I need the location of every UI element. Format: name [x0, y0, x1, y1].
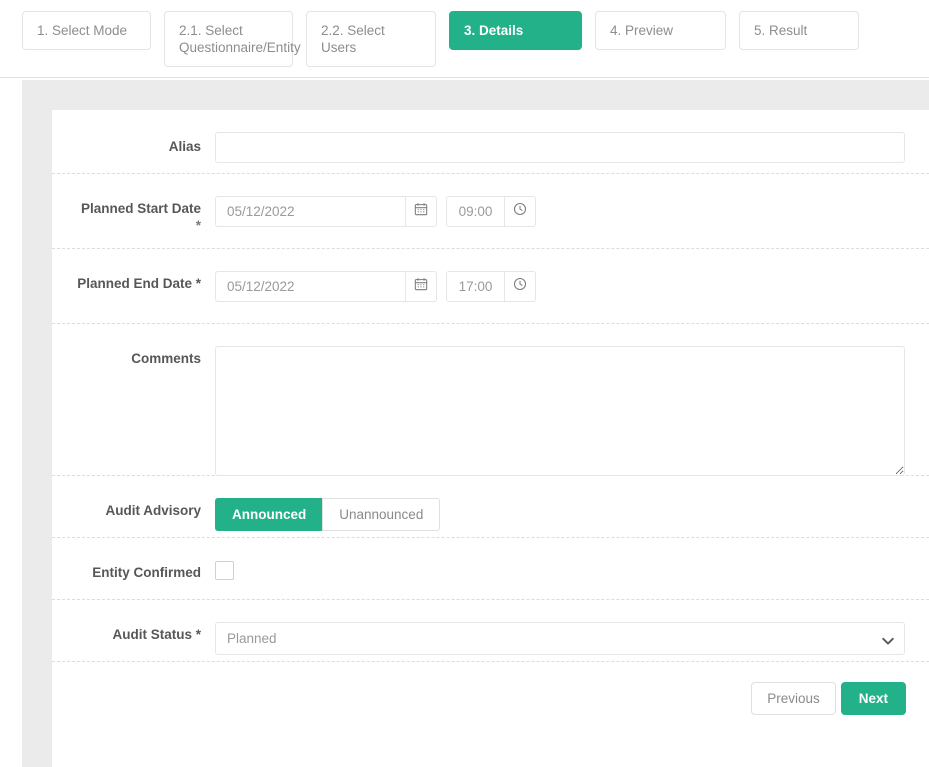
- planned-end-date-control: [215, 271, 929, 302]
- planned-start-date-label-text: Planned Start Date: [80, 201, 201, 216]
- planned-start-date-calendar-button[interactable]: [405, 196, 437, 227]
- planned-end-time-clock-button[interactable]: [504, 271, 536, 302]
- planned-end-date-label: Planned End Date *: [77, 276, 201, 291]
- wizard-action-buttons: Previous Next: [52, 682, 929, 715]
- previous-button[interactable]: Previous: [751, 682, 836, 715]
- form-row-entity-confirmed: Entity Confirmed: [52, 538, 929, 600]
- planned-start-time-clock-button[interactable]: [504, 196, 536, 227]
- audit-advisory-control: Announced Unannounced: [215, 498, 929, 531]
- audit-status-select-wrap: Planned: [215, 622, 905, 655]
- calendar-icon: [414, 202, 428, 221]
- comments-control: [215, 346, 929, 481]
- form-row-audit-advisory: Audit Advisory Announced Unannounced: [52, 476, 929, 538]
- clock-icon: [513, 202, 527, 221]
- tab-select-mode[interactable]: 1. Select Mode: [22, 11, 151, 50]
- audit-status-select[interactable]: Planned: [215, 622, 905, 655]
- form-row-comments: Comments: [52, 324, 929, 476]
- form-row-planned-start-date: Planned Start Date *: [52, 174, 929, 249]
- tab-result[interactable]: 5. Result: [739, 11, 859, 50]
- planned-start-date-control: [215, 196, 929, 227]
- clock-icon: [513, 277, 527, 296]
- planned-end-date-calendar-button[interactable]: [405, 271, 437, 302]
- alias-control: [215, 132, 929, 163]
- planned-end-time-input[interactable]: [446, 271, 504, 302]
- audit-status-control: Planned: [215, 622, 929, 655]
- tab-select-users[interactable]: 2.2. Select Users: [306, 11, 436, 67]
- details-panel: Alias Planned Start Date * 05/12/2022 09…: [22, 80, 929, 767]
- planned-end-date-input[interactable]: [215, 271, 405, 302]
- planned-start-time-input[interactable]: [446, 196, 504, 227]
- audit-advisory-announced-button[interactable]: Announced: [215, 498, 323, 531]
- form-row-actions: Previous Next: [52, 662, 929, 752]
- planned-end-date-input-group: [215, 271, 929, 302]
- planned-start-date-required-marker: *: [195, 218, 201, 233]
- planned-start-date-input-group: [215, 196, 929, 227]
- planned-start-date-input[interactable]: [215, 196, 405, 227]
- tab-details[interactable]: 3. Details: [449, 11, 582, 50]
- wizard-navigation: 1. Select Mode 2.1. Select Questionnaire…: [0, 0, 929, 78]
- form-row-audit-status: Audit Status * Planned: [52, 600, 929, 662]
- form-row-planned-end-date: Planned End Date *: [52, 249, 929, 324]
- comments-label: Comments: [131, 351, 201, 366]
- wizard-tab-list: 1. Select Mode 2.1. Select Questionnaire…: [22, 11, 859, 67]
- details-form-card: Alias Planned Start Date * 05/12/2022 09…: [52, 110, 929, 767]
- entity-confirmed-control: [215, 560, 929, 585]
- planned-start-date-label: Planned Start Date *: [52, 196, 215, 234]
- tab-select-questionnaire-entity[interactable]: 2.1. Select Questionnaire/Entity: [164, 11, 301, 67]
- entity-confirmed-checkbox[interactable]: [215, 561, 234, 580]
- alias-label: Alias: [168, 139, 201, 154]
- alias-input[interactable]: [215, 132, 905, 163]
- audit-advisory-label: Audit Advisory: [105, 503, 201, 518]
- comments-textarea[interactable]: [215, 346, 905, 476]
- audit-advisory-button-group: Announced Unannounced: [215, 498, 441, 531]
- tab-preview[interactable]: 4. Preview: [595, 11, 726, 50]
- entity-confirmed-label: Entity Confirmed: [92, 565, 201, 580]
- audit-status-label: Audit Status *: [112, 627, 201, 642]
- audit-advisory-unannounced-button[interactable]: Unannounced: [322, 498, 441, 531]
- form-row-alias: Alias: [52, 110, 929, 174]
- next-button[interactable]: Next: [840, 682, 906, 715]
- calendar-icon: [414, 277, 428, 296]
